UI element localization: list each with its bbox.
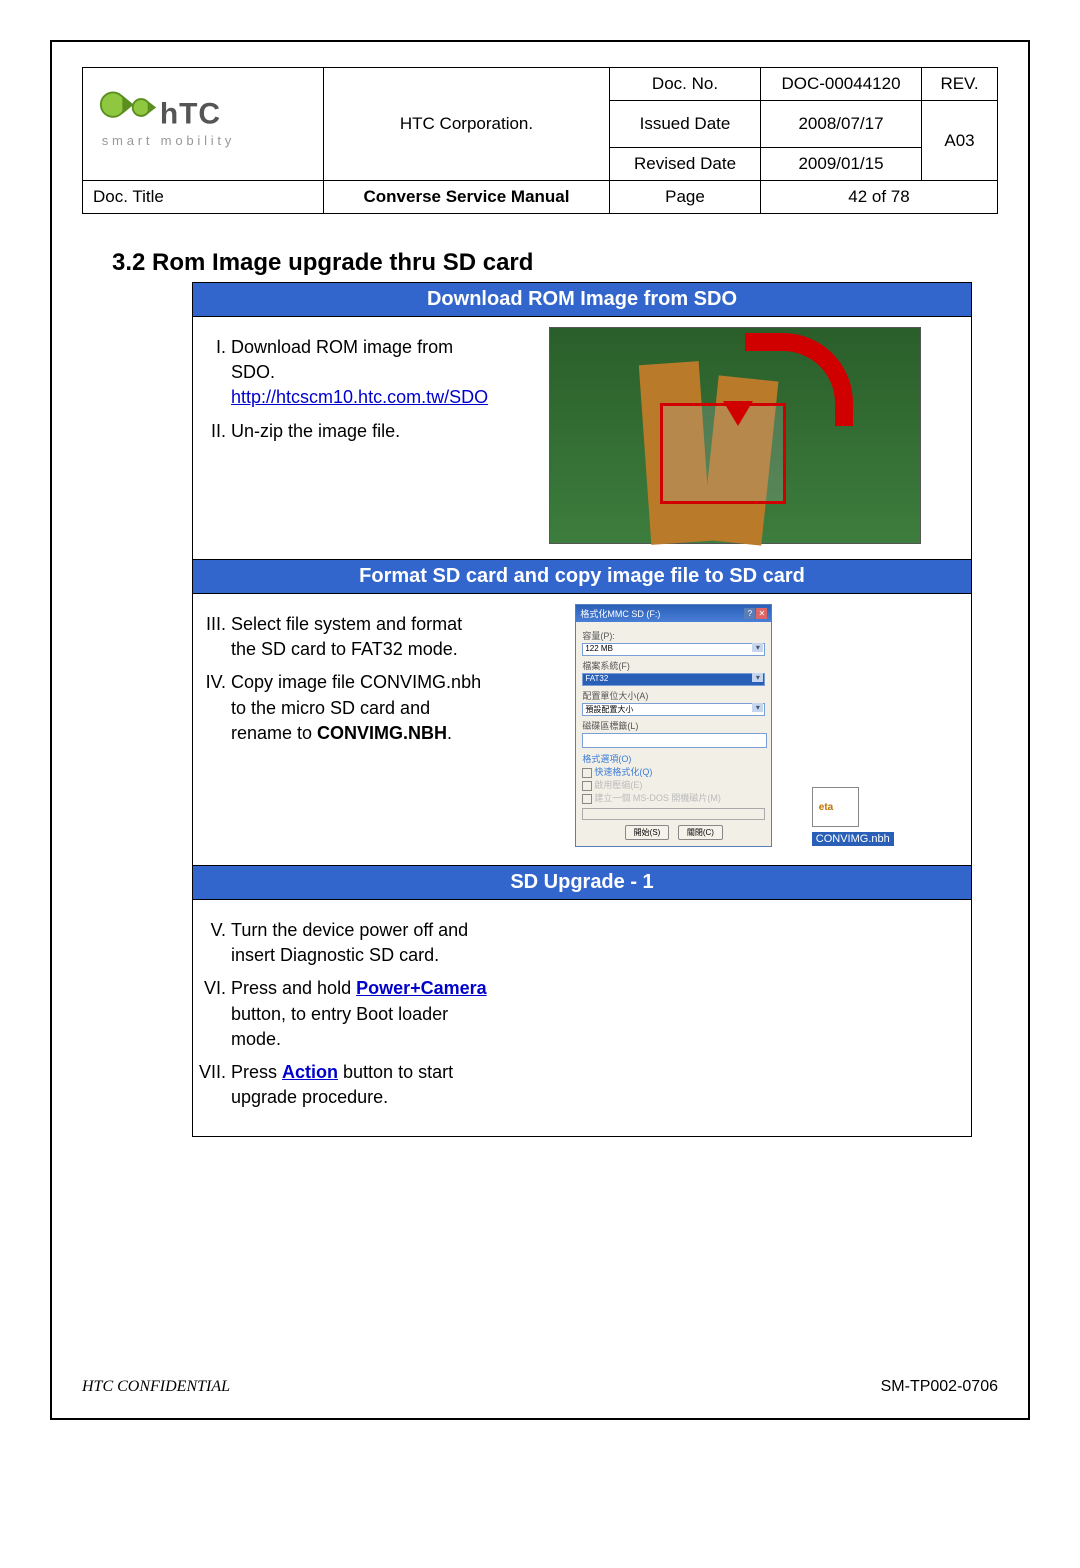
rev-label: REV. (922, 68, 998, 101)
quick-format-option[interactable]: 快速格式化(Q) (582, 765, 765, 778)
svg-text:hTC: hTC (160, 97, 221, 130)
block3-instructions: Turn the device power off and insert Dia… (193, 900, 499, 1137)
file-icon (812, 787, 859, 827)
company-name: HTC Corporation. (324, 68, 610, 181)
file-name-label: CONVIMG.nbh (812, 832, 894, 846)
close-icon[interactable]: ✕ (756, 608, 767, 619)
content-table: Download ROM Image from SDO Download ROM… (192, 282, 972, 1137)
volume-label-input[interactable] (582, 733, 767, 748)
revised-date-label: Revised Date (610, 148, 761, 181)
progress-bar (582, 808, 765, 820)
block1-instructions: Download ROM image from SDO. http://htcs… (193, 317, 499, 560)
block2-instructions: Select file system and format the SD car… (193, 594, 499, 866)
block1-image (498, 317, 971, 560)
doc-no-label: Doc. No. (610, 68, 761, 101)
step-3: Select file system and format the SD car… (231, 612, 488, 662)
power-camera-link[interactable]: Power+Camera (356, 978, 487, 998)
block3-image (498, 900, 971, 1137)
alloc-combo[interactable]: 預設配置大小 (582, 703, 765, 716)
block3-header: SD Upgrade - 1 (193, 866, 972, 900)
logo-tagline: smart mobility (102, 133, 235, 148)
page-footer: HTC CONFIDENTIAL SM-TP002-0706 (82, 1378, 998, 1396)
filesystem-combo[interactable]: FAT32 (582, 673, 765, 686)
help-icon[interactable]: ? (744, 608, 755, 619)
format-options-label: 格式選項(O) (582, 752, 765, 765)
section-title: 3.2 Rom Image upgrade thru SD card (112, 249, 998, 277)
rev-value: A03 (922, 101, 998, 181)
format-dialog: 格式化MMC SD (F:) ? ✕ 容量(P): 122 MB 檔案系統(F)… (575, 604, 772, 847)
close-button[interactable]: 關閉(C) (678, 825, 723, 840)
boot-disk-option: 建立一個 MS-DOS 開機磁片(M) (582, 791, 765, 804)
file-item[interactable]: CONVIMG.nbh (812, 787, 894, 847)
form-number: SM-TP002-0706 (881, 1378, 998, 1396)
step-4: Copy image file CONVIMG.nbh to the micro… (231, 670, 488, 746)
doc-no-value: DOC-00044120 (761, 68, 922, 101)
vol-label: 磁碟區標籤(L) (582, 719, 765, 732)
step-2: Un-zip the image file. (231, 419, 488, 444)
dialog-titlebar: 格式化MMC SD (F:) ? ✕ (576, 605, 771, 622)
step-1: Download ROM image from SDO. http://htcs… (231, 335, 488, 411)
page-value: 42 of 78 (761, 181, 998, 214)
block2-header: Format SD card and copy image file to SD… (193, 560, 972, 594)
revised-date-value: 2009/01/15 (761, 148, 922, 181)
arrow-icon (745, 333, 853, 426)
capacity-label: 容量(P): (582, 629, 765, 642)
block2-image: 格式化MMC SD (F:) ? ✕ 容量(P): 122 MB 檔案系統(F)… (498, 594, 971, 866)
capacity-combo[interactable]: 122 MB (582, 643, 765, 656)
step-7: Press Action button to start upgrade pro… (231, 1060, 488, 1110)
confidential-label: HTC CONFIDENTIAL (82, 1378, 230, 1396)
circuit-board-image (549, 327, 921, 544)
page-label: Page (610, 181, 761, 214)
action-link[interactable]: Action (282, 1062, 338, 1082)
doc-header-table: hTC smart mobility HTC Corporation. Doc.… (82, 67, 998, 214)
alloc-label: 配置單位大小(A) (582, 689, 765, 702)
start-button[interactable]: 開始(S) (625, 825, 670, 840)
page-frame: hTC smart mobility HTC Corporation. Doc.… (50, 40, 1030, 1420)
doc-title-value: Converse Service Manual (324, 181, 610, 214)
compression-option: 啟用壓縮(E) (582, 778, 765, 791)
sdo-link[interactable]: http://htcscm10.htc.com.tw/SDO (231, 387, 488, 407)
step-6: Press and hold Power+Camera button, to e… (231, 976, 488, 1052)
doc-title-label: Doc. Title (83, 181, 324, 214)
logo-cell: hTC smart mobility (83, 68, 324, 181)
step-5: Turn the device power off and insert Dia… (231, 918, 488, 968)
issued-date-value: 2008/07/17 (761, 101, 922, 148)
block1-header: Download ROM Image from SDO (193, 283, 972, 317)
fs-label: 檔案系統(F) (582, 659, 765, 672)
issued-date-label: Issued Date (610, 101, 761, 148)
htc-logo: hTC smart mobility (93, 84, 283, 159)
